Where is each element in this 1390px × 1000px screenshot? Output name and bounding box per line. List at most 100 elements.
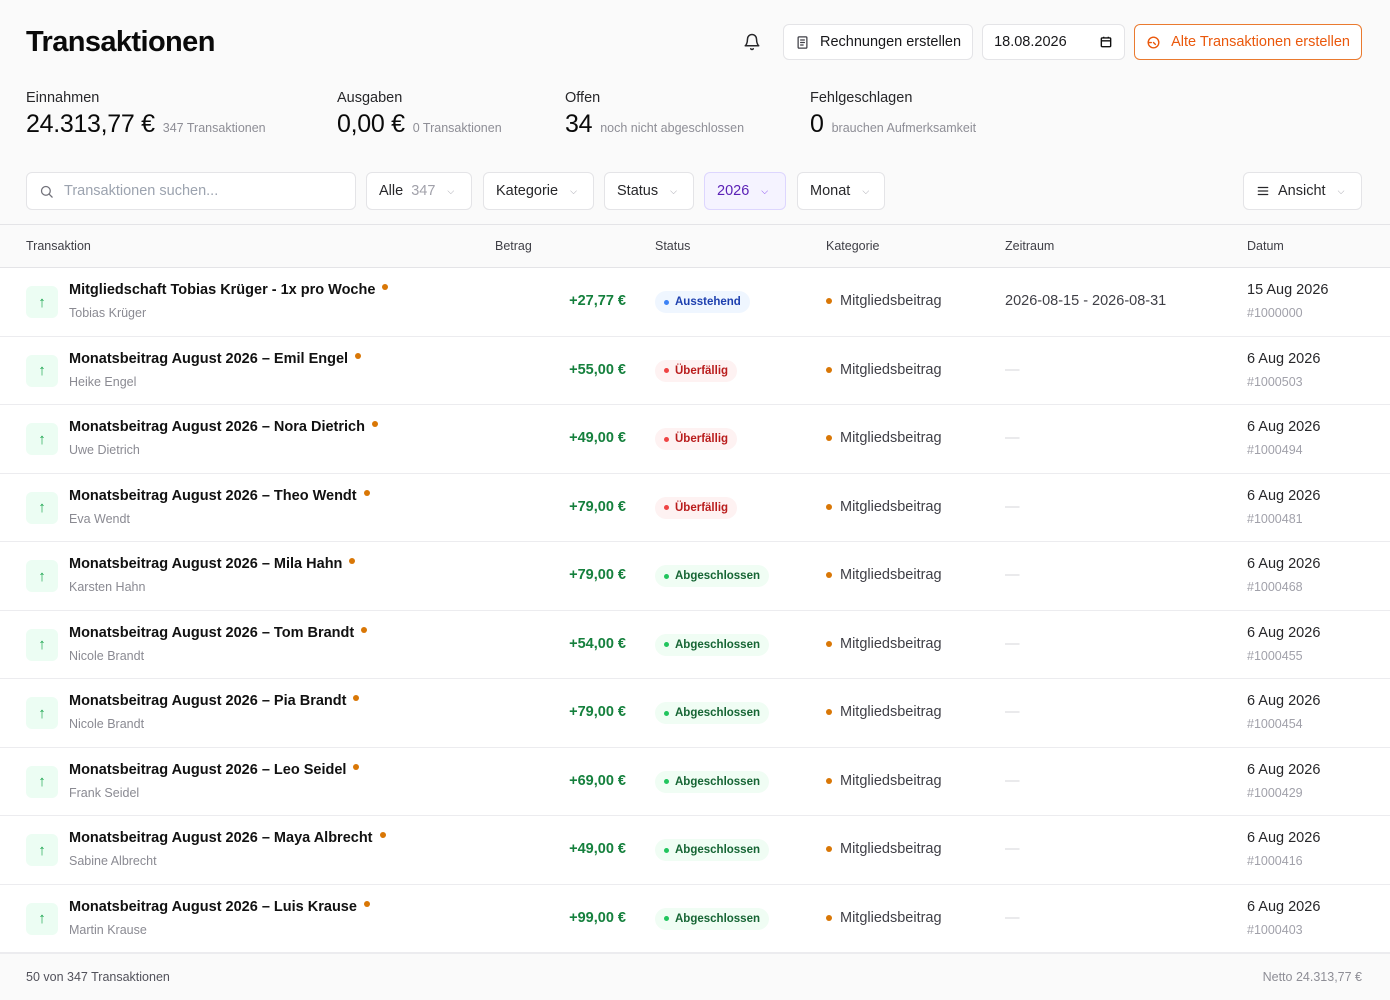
col-status[interactable]: Status (655, 239, 690, 253)
table-row[interactable]: ↑ Monatsbeitrag August 2026 – Pia Brandt N… (0, 679, 1390, 748)
period: — (1005, 841, 1020, 857)
arrow-up-icon: ↑ (26, 902, 58, 935)
stat-open: Offen 34 noch nicht abgeschlossen (565, 90, 744, 139)
stat-failed: Fehlgeschlagen 0 brauchen Aufmerksamkeit (810, 90, 976, 139)
create-invoices-button[interactable]: Rechnungen erstellen (782, 24, 974, 60)
filter-status[interactable]: Status ⌵ (604, 172, 694, 210)
unread-dot (353, 763, 360, 770)
col-date[interactable]: Datum (1247, 239, 1284, 253)
arrow-up-icon: ↑ (26, 628, 58, 661)
notifications-button[interactable] (734, 24, 770, 60)
category-label: Mitgliedsbeitrag (840, 430, 942, 446)
category-dot (826, 709, 832, 715)
date-input[interactable]: 18.08.2026 (982, 24, 1126, 60)
status-badge: Überfällig (655, 496, 738, 519)
stat-label: Ausgaben (337, 90, 403, 106)
unread-dot (371, 421, 378, 427)
calendar-icon[interactable] (1099, 35, 1113, 49)
col-period[interactable]: Zeitraum (1005, 239, 1054, 253)
category-label: Mitgliedsbeitrag (840, 772, 942, 789)
status-dot (664, 710, 669, 716)
stat-label: Einnahmen (26, 90, 100, 106)
unread-dot (361, 626, 368, 633)
arrow-up-icon: ↑ (26, 354, 58, 387)
transaction-title: Mitgliedschaft Tobias Krüger - 1x pro Wo… (69, 282, 389, 298)
transactions-table: Transaktion Betrag Status Kategorie Zeit… (0, 224, 1390, 953)
table-row[interactable]: ↑ Monatsbeitrag August 2026 – Leo Seidel F… (0, 747, 1390, 816)
period: — (1005, 498, 1020, 515)
filter-month[interactable]: Monat ⌵ (797, 172, 885, 210)
transaction-member: Nicole Brandt (69, 717, 145, 731)
stat-sub: 347 Transaktionen (162, 121, 266, 135)
view-button[interactable]: Ansicht ⌵ (1243, 172, 1362, 210)
category-dot (826, 640, 832, 647)
transaction-amount: +54,00 € (569, 635, 626, 652)
unread-dot (363, 900, 370, 907)
table-row[interactable]: ↑ Monatsbeitrag August 2026 – Nora Dietri… (0, 405, 1390, 474)
stat-value: 24.313,77 € (26, 110, 155, 138)
transaction-date: 6 Aug 2026 (1247, 693, 1321, 709)
unread-dot (355, 352, 362, 359)
category-dot (826, 777, 832, 784)
create-old-transactions-button[interactable]: Alte Transaktionen erstellen (1134, 24, 1362, 60)
stat-value: 0,00 € (337, 110, 405, 138)
category: Mitgliedsbeitrag (826, 567, 942, 583)
transaction-title: Monatsbeitrag August 2026 – Mila Hahn (69, 556, 356, 572)
col-amount[interactable]: Betrag (495, 239, 532, 253)
transaction-member: Tobias Krüger (69, 306, 147, 320)
status-dot (664, 436, 669, 442)
category-dot (826, 435, 832, 441)
transaction-title: Monatsbeitrag August 2026 – Nora Dietric… (69, 419, 378, 435)
filter-category[interactable]: Kategorie ⌵ (483, 172, 594, 210)
arrow-up-icon: ↑ (26, 423, 58, 455)
table-row[interactable]: ↑ Monatsbeitrag August 2026 – Maya Albrec… (0, 816, 1390, 885)
table-row[interactable]: ↑ Monatsbeitrag August 2026 – Emil Engel H… (0, 336, 1390, 405)
status-badge: Abgeschlossen (655, 633, 769, 656)
status-label: Abgeschlossen (675, 775, 760, 788)
transaction-id: #1000494 (1247, 443, 1303, 457)
table-row[interactable]: ↑ Monatsbeitrag August 2026 – Theo Wendt E… (0, 473, 1390, 542)
period: — (1005, 909, 1020, 926)
period: — (1005, 635, 1020, 652)
category-label: Mitgliedsbeitrag (840, 841, 942, 857)
table-row[interactable]: ↑ Monatsbeitrag August 2026 – Mila Hahn Ka… (0, 542, 1390, 611)
status-label: Abgeschlossen (675, 638, 760, 651)
transaction-amount: +79,00 € (569, 498, 626, 515)
search-icon (40, 185, 53, 198)
transaction-member: Heike Engel (69, 374, 137, 389)
filter-year[interactable]: 2026 ⌵ (704, 172, 786, 210)
table-row[interactable]: ↑ Mitgliedschaft Tobias Krüger - 1x pro W… (0, 268, 1390, 337)
stat-sub: noch nicht abgeschlossen (600, 121, 745, 135)
transaction-date: 15 Aug 2026 (1247, 282, 1329, 298)
chevron-down-icon: ⌵ (1337, 185, 1345, 196)
transaction-title-text: Monatsbeitrag August 2026 – Pia Brandt (69, 693, 347, 709)
transaction-date: 6 Aug 2026 (1247, 487, 1321, 504)
chevron-down-icon: ⌵ (670, 185, 677, 196)
unread-dot (363, 489, 370, 496)
transaction-member: Eva Wendt (69, 511, 130, 526)
status-badge: Überfällig (655, 428, 738, 450)
period: 2026-08-15 - 2026-08-31 (1005, 293, 1167, 309)
filter-month-label: Monat (810, 183, 851, 199)
transaction-id: #1000454 (1247, 717, 1303, 731)
stat-value: 0 (810, 110, 824, 138)
transaction-member: Frank Seidel (69, 785, 140, 800)
date-value: 18.08.2026 (994, 34, 1067, 50)
arrow-up-icon: ↑ (26, 286, 58, 318)
table-row[interactable]: ↑ Monatsbeitrag August 2026 – Tom Brandt N… (0, 610, 1390, 679)
transaction-id: #1000429 (1247, 785, 1303, 800)
transaction-id: #1000403 (1247, 922, 1303, 937)
transaction-member: Nicole Brandt (69, 648, 145, 663)
status-label: Ausstehend (675, 296, 741, 308)
table-row[interactable]: ↑ Monatsbeitrag August 2026 – Luis Krause… (0, 884, 1390, 953)
category-label: Mitgliedsbeitrag (840, 498, 942, 515)
status-label: Überfällig (675, 433, 729, 445)
col-transaction[interactable]: Transaktion (26, 239, 91, 253)
create-old-transactions-label: Alte Transaktionen erstellen (1171, 34, 1350, 50)
col-category[interactable]: Kategorie (826, 239, 880, 253)
search-input[interactable]: Transaktionen suchen... (26, 172, 356, 210)
filter-all[interactable]: Alle 347 ⌵ (366, 172, 472, 210)
transaction-amount: +55,00 € (569, 361, 626, 378)
status-badge: Ausstehend (655, 291, 750, 313)
transaction-date: 6 Aug 2026 (1247, 419, 1321, 435)
